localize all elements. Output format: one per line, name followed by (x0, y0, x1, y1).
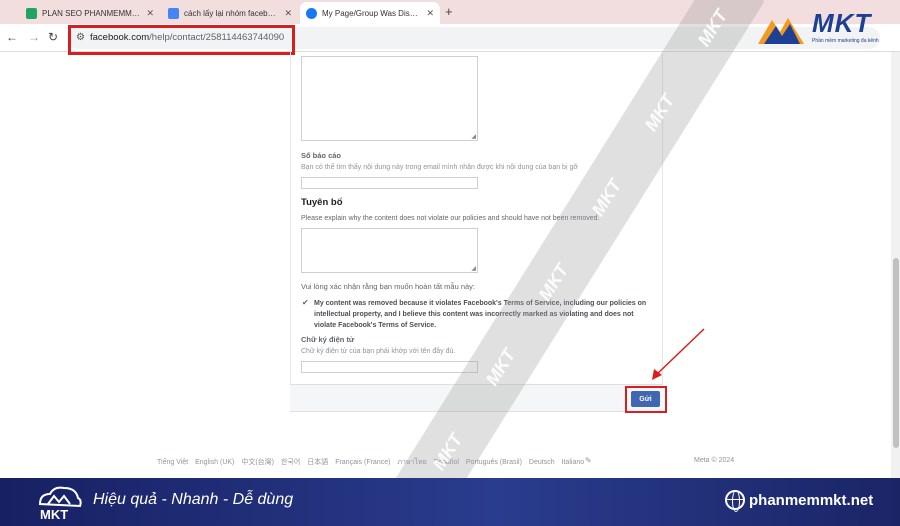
signature-input[interactable] (301, 361, 478, 373)
language-list: Tiếng Việt English (UK) 中文(台灣) 한국어 日本語 F… (157, 457, 589, 468)
banner-logo-text: MKT (40, 507, 69, 522)
resize-grip-icon[interactable]: ◢ (471, 265, 476, 272)
close-icon[interactable]: ✕ (284, 8, 292, 19)
sheets-icon (26, 7, 37, 19)
confirm-checkbox[interactable]: ✔ (302, 298, 309, 307)
annotation-arrow (652, 328, 705, 380)
submit-highlight-box (625, 386, 667, 413)
language-link[interactable]: Italiano (562, 459, 585, 466)
tab-title: cách lấy lại nhóm facebook bị v (184, 8, 279, 18)
resize-grip-icon[interactable]: ◢ (471, 133, 476, 140)
previous-textarea[interactable]: ◢ (301, 56, 478, 141)
language-link[interactable]: Français (France) (335, 459, 390, 466)
form-footer (290, 384, 663, 412)
reload-icon[interactable]: ↻ (48, 30, 58, 44)
close-icon[interactable]: ✕ (426, 8, 434, 19)
language-link[interactable]: English (UK) (195, 459, 234, 466)
confirm-prompt: Vui lòng xác nhận rằng bạn muốn hoàn tất… (301, 282, 476, 291)
statement-hint: Please explain why the content does not … (301, 215, 600, 222)
logo-text: MKT (812, 8, 872, 38)
mkt-logo: MKT Phần mềm marketing đa kênh (750, 6, 890, 50)
language-link[interactable]: 日本語 (307, 459, 328, 466)
signature-hint: Chữ ký điện tử của bạn phải khớp với tên… (301, 348, 456, 355)
signature-label: Chữ ký điện tử (301, 335, 355, 344)
scrollbar-thumb[interactable] (893, 258, 899, 448)
report-number-hint: Bạn có thể tìm thấy nội dung này trong e… (301, 164, 578, 171)
forward-icon[interactable]: → (28, 30, 40, 44)
tab-docs[interactable]: cách lấy lại nhóm facebook bị v ✕ (162, 2, 298, 24)
cloud-logo-icon (758, 18, 804, 44)
language-link[interactable]: Português (Brasil) (466, 459, 522, 466)
tab-facebook-help[interactable]: My Page/Group Was Disabled | ✕ (300, 2, 440, 24)
copyright: Meta © 2024 (694, 457, 735, 464)
edit-language-icon[interactable]: ✎ (585, 456, 592, 465)
language-link[interactable]: ภาษาไทย (397, 459, 426, 466)
tab-title: PLAN SEO PHANMEMMKT.NET (42, 8, 141, 18)
new-tab-icon[interactable]: + (445, 4, 453, 19)
report-number-label: Số báo cáo (301, 151, 342, 160)
back-icon[interactable]: ← (6, 30, 18, 44)
language-link[interactable]: 한국어 (281, 459, 300, 466)
docs-icon (168, 7, 179, 19)
banner-slogan: Hiệu quả - Nhanh - Dễ dùng (93, 491, 294, 508)
statement-heading: Tuyên bố (301, 197, 343, 208)
banner-website[interactable]: phanmemmkt.net (749, 492, 873, 509)
language-link[interactable]: Deutsch (529, 459, 555, 466)
facebook-icon (306, 7, 317, 19)
close-icon[interactable]: ✕ (146, 8, 154, 19)
globe-icon (725, 490, 745, 512)
statement-textarea[interactable]: ◢ (301, 228, 478, 273)
report-number-input[interactable] (301, 177, 478, 189)
acknowledgement-text: My content was removed because it violat… (314, 300, 647, 329)
tab-plan-seo[interactable]: PLAN SEO PHANMEMMKT.NET ✕ (20, 2, 160, 24)
language-link[interactable]: Español (434, 459, 459, 466)
tab-title: My Page/Group Was Disabled | (322, 8, 421, 18)
language-link[interactable]: Tiếng Việt (157, 459, 188, 466)
url-highlight-box (68, 25, 295, 55)
logo-tagline: Phần mềm marketing đa kênh (812, 38, 879, 44)
language-link[interactable]: 中文(台灣) (241, 459, 274, 466)
